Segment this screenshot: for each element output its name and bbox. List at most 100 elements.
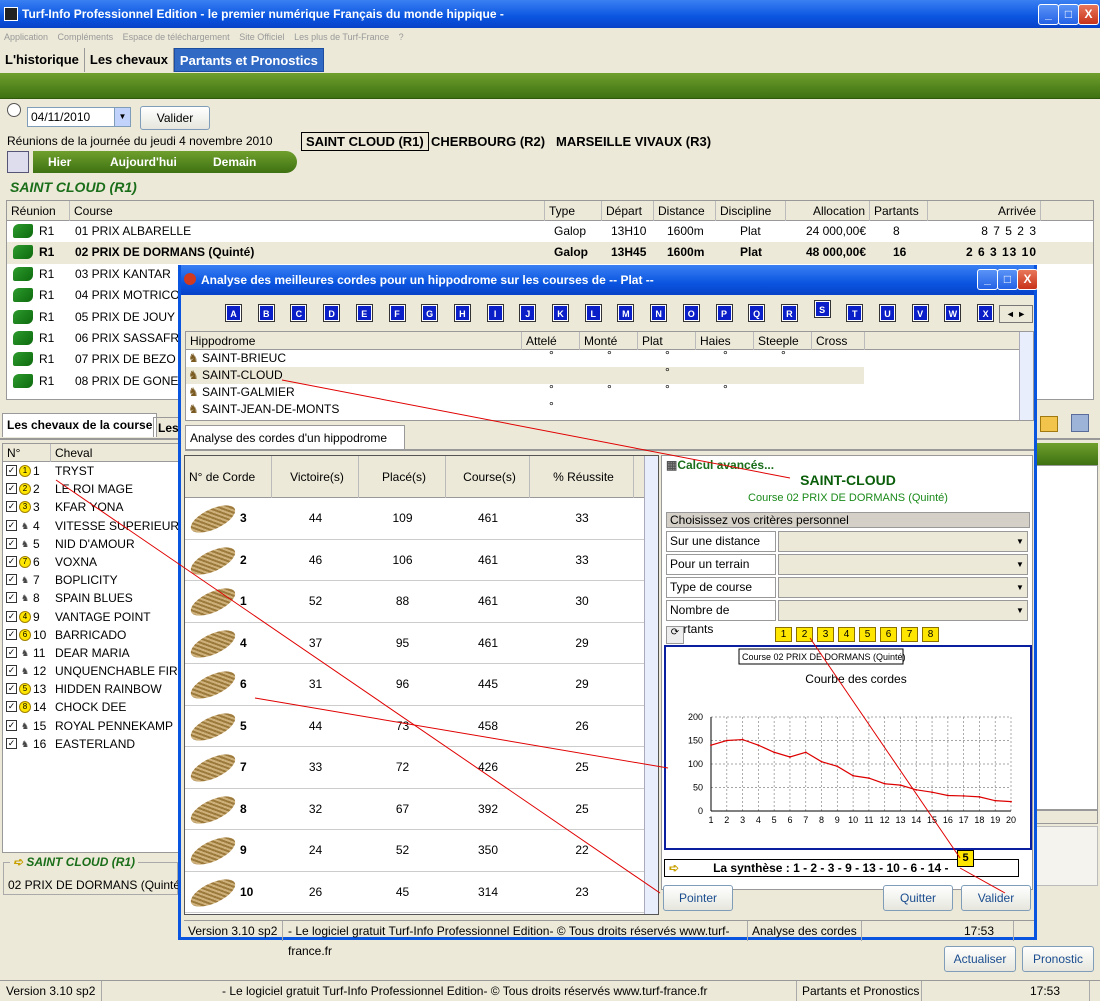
col-reunion[interactable]: Réunion bbox=[7, 201, 70, 221]
rank-button[interactable]: 7 bbox=[901, 627, 918, 642]
checkbox[interactable]: ✓ bbox=[6, 483, 17, 495]
letter-tab[interactable]: E bbox=[355, 304, 373, 322]
col-places[interactable]: Placé(s) bbox=[359, 456, 446, 498]
tab-partants[interactable]: Partants et Pronostics bbox=[173, 48, 324, 72]
checkbox[interactable]: ✓ bbox=[6, 555, 17, 567]
rank-button[interactable]: 6 bbox=[880, 627, 897, 642]
letter-tab[interactable]: R bbox=[780, 304, 798, 322]
list-item[interactable]: ✓ 6 10 BARRICADO bbox=[3, 626, 179, 644]
menu-item[interactable]: Compléments bbox=[58, 32, 114, 42]
chevron-down-icon[interactable]: ▼ bbox=[1014, 534, 1026, 549]
list-item[interactable]: ✓ 8 14 CHOCK DEE bbox=[3, 698, 179, 716]
reunion-marseille[interactable]: MARSEILLE VIVAUX (R3) bbox=[556, 134, 711, 149]
checkbox[interactable]: ✓ bbox=[6, 683, 17, 695]
letter-tab[interactable]: J bbox=[519, 304, 537, 322]
list-item[interactable]: ✓ 7 6 VOXNA bbox=[3, 553, 179, 571]
rank-button[interactable]: 2 bbox=[796, 627, 813, 642]
tab-chevaux-course[interactable]: Les chevaux de la course bbox=[2, 413, 158, 437]
menu-item[interactable]: ? bbox=[399, 32, 404, 42]
menu-item[interactable]: Site Officiel bbox=[239, 32, 284, 42]
minimize-button[interactable]: _ bbox=[1038, 4, 1059, 25]
rank-button[interactable]: 5 bbox=[859, 627, 876, 642]
list-item[interactable]: ✓ 5 13 HIDDEN RAINBOW bbox=[3, 680, 179, 698]
col-arrivee[interactable]: Arrivée bbox=[928, 201, 1041, 221]
col-partants[interactable]: Partants bbox=[870, 201, 928, 221]
menu-item[interactable]: Espace de téléchargement bbox=[123, 32, 230, 42]
checkbox[interactable]: ✓ bbox=[6, 628, 17, 640]
criteria-select[interactable]: ▼ bbox=[778, 600, 1028, 621]
day-today[interactable]: Aujourd'hui bbox=[110, 151, 177, 173]
dialog-maximize-button[interactable]: □ bbox=[997, 269, 1018, 290]
menu-item[interactable]: Les plus de Turf-France bbox=[294, 32, 389, 42]
rank-button[interactable]: 1 bbox=[775, 627, 792, 642]
rank-button[interactable]: 8 bbox=[922, 627, 939, 642]
chevron-down-icon[interactable]: ▼ bbox=[1014, 557, 1026, 572]
letter-tab[interactable]: I bbox=[486, 304, 504, 322]
day-tomorrow[interactable]: Demain bbox=[213, 151, 256, 173]
col-corde[interactable]: N° de Corde bbox=[185, 456, 272, 498]
letter-tab[interactable]: T bbox=[846, 304, 864, 322]
folder-icon[interactable] bbox=[1040, 416, 1058, 432]
list-item[interactable]: ✓ ♞ 16 EASTERLAND bbox=[3, 735, 179, 753]
refresh-button[interactable]: Actualiser bbox=[944, 946, 1016, 972]
letter-tab[interactable]: F bbox=[388, 304, 406, 322]
criteria-select[interactable]: ▼ bbox=[778, 554, 1028, 575]
table-row[interactable]: R1 01 PRIX ALBARELLE Galop 13H10 1600m Plat 24… bbox=[7, 221, 1093, 242]
table-row[interactable]: 3 44 109 461 33 bbox=[185, 498, 658, 540]
letter-tab[interactable]: K bbox=[552, 304, 569, 322]
horizontal-scrollbar[interactable] bbox=[1036, 810, 1098, 824]
quit-button[interactable]: Quitter bbox=[883, 885, 953, 911]
table-row[interactable]: 9 24 52 350 22 bbox=[185, 830, 658, 872]
reunion-saint-cloud[interactable]: SAINT CLOUD (R1) bbox=[301, 132, 429, 151]
letter-tab[interactable]: N bbox=[650, 304, 668, 322]
table-row[interactable]: 10 26 45 314 23 bbox=[185, 872, 658, 913]
col-distance[interactable]: Distance bbox=[654, 201, 716, 221]
rank-button[interactable]: 4 bbox=[838, 627, 855, 642]
checkbox[interactable]: ✓ bbox=[6, 501, 17, 513]
checkbox[interactable]: ✓ bbox=[6, 665, 17, 677]
list-item[interactable]: ✓ ♞ 4 VITESSE SUPERIEUR bbox=[3, 517, 179, 535]
checkbox[interactable]: ✓ bbox=[6, 719, 17, 731]
letter-tab[interactable]: U bbox=[879, 304, 896, 322]
checkbox[interactable]: ✓ bbox=[6, 592, 17, 604]
checkbox[interactable]: ✓ bbox=[6, 537, 17, 549]
chevron-down-icon[interactable]: ▼ bbox=[1014, 603, 1026, 618]
letter-tab[interactable]: D bbox=[323, 304, 341, 322]
pointer-button[interactable]: Pointer bbox=[663, 885, 733, 911]
print-icon[interactable] bbox=[1071, 414, 1089, 432]
maximize-button[interactable]: □ bbox=[1058, 4, 1079, 25]
letter-tab[interactable]: O bbox=[682, 304, 700, 322]
letter-tab[interactable]: G bbox=[421, 304, 439, 322]
table-row[interactable]: ♞ SAINT-GALMIER ° ° ° ° bbox=[186, 382, 1033, 401]
table-row[interactable]: 8 32 67 392 25 bbox=[185, 789, 658, 830]
table-row[interactable]: 2 46 106 461 33 bbox=[185, 540, 658, 581]
letter-tab[interactable]: C bbox=[290, 304, 308, 322]
close-button[interactable]: X bbox=[1078, 4, 1099, 25]
list-item[interactable]: ✓ ♞ 15 ROYAL PENNEKAMP bbox=[3, 717, 179, 735]
col-course[interactable]: Course bbox=[70, 201, 545, 221]
refresh-icon[interactable]: ⟳ bbox=[666, 626, 684, 644]
checkbox[interactable]: ✓ bbox=[6, 646, 17, 658]
col-discipline[interactable]: Discipline bbox=[716, 201, 786, 221]
cordes-scrollbar[interactable] bbox=[644, 456, 658, 914]
list-item[interactable]: ✓ 3 3 KFAR YONA bbox=[3, 498, 179, 516]
validate-button[interactable]: Valider bbox=[961, 885, 1031, 911]
col-courses[interactable]: Course(s) bbox=[446, 456, 530, 498]
letter-tab[interactable]: Q bbox=[748, 304, 766, 322]
table-row[interactable]: R1 02 PRIX DE DORMANS (Quinté) Galop 13H45 1… bbox=[7, 242, 1093, 264]
list-item[interactable]: ✓ ♞ 7 BOPLICITY bbox=[3, 571, 179, 589]
date-select[interactable]: 04/11/2010 ▼ bbox=[27, 107, 131, 127]
rank-button[interactable]: 3 bbox=[817, 627, 834, 642]
col-type[interactable]: Type bbox=[545, 201, 602, 221]
table-row[interactable]: ♞ SAINT-BRIEUC ° ° ° ° ° bbox=[186, 348, 1033, 367]
validate-date-button[interactable]: Valider bbox=[140, 106, 210, 130]
tab-historique[interactable]: L'historique bbox=[0, 48, 85, 72]
chevron-down-icon[interactable]: ▼ bbox=[114, 108, 130, 126]
letter-tab[interactable]: B bbox=[257, 304, 275, 322]
col-cheval[interactable]: Cheval bbox=[51, 444, 181, 462]
col-hippodrome[interactable]: Hippodrome bbox=[186, 332, 522, 350]
col-reussite[interactable]: % Réussite bbox=[530, 456, 634, 498]
dialog-close-button[interactable]: X bbox=[1017, 269, 1038, 290]
letter-tab[interactable]: H bbox=[453, 304, 471, 322]
checkbox[interactable]: ✓ bbox=[6, 574, 17, 586]
